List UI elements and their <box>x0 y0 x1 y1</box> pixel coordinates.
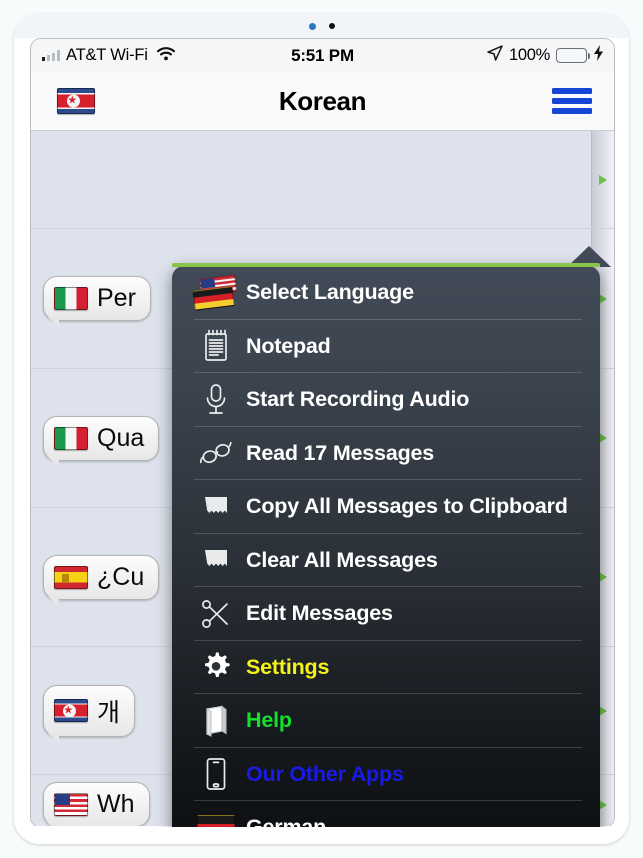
menu-item-label: Our Other Apps <box>246 761 404 786</box>
usa-flag-icon <box>54 793 88 816</box>
status-bar-right: 100% <box>487 45 604 66</box>
battery-percent-label: 100% <box>508 46 550 64</box>
location-arrow-icon <box>487 45 503 66</box>
menu-item-label: Settings <box>246 654 330 679</box>
north-korea-flag-icon <box>54 699 88 722</box>
menu-item-start-recording-audio[interactable]: Start Recording Audio <box>172 373 600 427</box>
device-frame: AT&T Wi-Fi 5:51 PM 100% ★ Korean Per Qua… <box>14 14 629 844</box>
menu-item-label: Notepad <box>246 333 331 358</box>
list-item[interactable] <box>31 131 614 229</box>
menu-item-our-other-apps[interactable]: Our Other Apps <box>172 748 600 802</box>
menu-item-german[interactable]: German <box>172 801 600 828</box>
germany-flag-icon <box>194 814 238 827</box>
message-text: 개 <box>97 698 121 727</box>
message-text: Per <box>97 284 136 312</box>
menu-item-copy-all-messages[interactable]: Copy All Messages to Clipboard <box>172 480 600 534</box>
menu-item-label: Help <box>246 708 292 733</box>
document-clear-icon <box>194 546 238 574</box>
microphone-icon <box>194 383 238 417</box>
menu-item-label: Copy All Messages to Clipboard <box>246 494 568 519</box>
page-title: Korean <box>278 85 367 116</box>
message-text: ¿Cu <box>97 562 145 591</box>
message-text: Wh <box>97 790 135 818</box>
message-bubble[interactable]: Qua <box>43 415 160 468</box>
menu-item-settings[interactable]: Settings <box>172 641 600 695</box>
menu-item-help[interactable]: Help <box>172 694 600 748</box>
book-icon <box>194 705 238 737</box>
menu-item-label: Start Recording Audio <box>246 387 470 412</box>
message-bubble[interactable]: 개 <box>43 684 136 744</box>
message-bubble[interactable]: ¿Cu <box>43 554 160 607</box>
message-list[interactable]: Per Qua ¿Cu ★ 개 Wh Select Language Notep… <box>31 131 614 828</box>
menu-item-label: German <box>246 815 327 828</box>
navigation-bar: Korean <box>31 72 614 131</box>
page-indicator-dots <box>14 14 629 38</box>
notepad-icon <box>194 329 238 363</box>
gear-icon <box>194 652 238 682</box>
menu-item-edit-messages[interactable]: Edit Messages <box>172 587 600 641</box>
device-bottom-bezel <box>14 826 629 844</box>
hamburger-menu-icon[interactable] <box>552 86 592 116</box>
status-bar: AT&T Wi-Fi 5:51 PM 100% <box>31 39 614 72</box>
usa-germany-flags-icon <box>192 274 238 311</box>
menu-item-notepad[interactable]: Notepad <box>172 320 600 374</box>
menu-item-read-messages[interactable]: Read 17 Messages <box>172 427 600 481</box>
play-message-button[interactable] <box>591 131 614 228</box>
battery-full-icon <box>556 48 590 63</box>
menu-item-list: Select Language Notepad Start Recording … <box>172 266 600 828</box>
message-text: Qua <box>97 423 145 452</box>
menu-item-label: Read 17 Messages <box>246 440 435 465</box>
menu-item-clear-all-messages[interactable]: Clear All Messages <box>172 534 600 588</box>
scissors-icon <box>194 598 238 630</box>
italy-flag-icon <box>54 426 88 450</box>
menu-item-label: Clear All Messages <box>246 547 438 572</box>
italy-flag-icon <box>54 287 88 310</box>
document-copy-icon <box>194 493 238 521</box>
popup-menu[interactable]: Select Language Notepad Start Recording … <box>172 246 611 828</box>
phone-screen: AT&T Wi-Fi 5:51 PM 100% ★ Korean Per Qua… <box>30 38 615 828</box>
page-dot-active[interactable] <box>308 22 316 30</box>
menu-item-select-language[interactable]: Select Language <box>172 266 600 320</box>
lightning-bolt-icon <box>593 45 604 66</box>
spain-flag-icon <box>54 565 88 589</box>
message-bubble[interactable]: Wh <box>43 782 150 827</box>
phone-icon <box>194 757 238 791</box>
page-dot-inactive[interactable] <box>328 23 335 29</box>
reading-glasses-icon <box>194 438 238 468</box>
menu-item-label: Select Language <box>246 280 414 305</box>
menu-item-label: Edit Messages <box>246 601 393 626</box>
message-bubble[interactable]: Per <box>43 276 151 328</box>
